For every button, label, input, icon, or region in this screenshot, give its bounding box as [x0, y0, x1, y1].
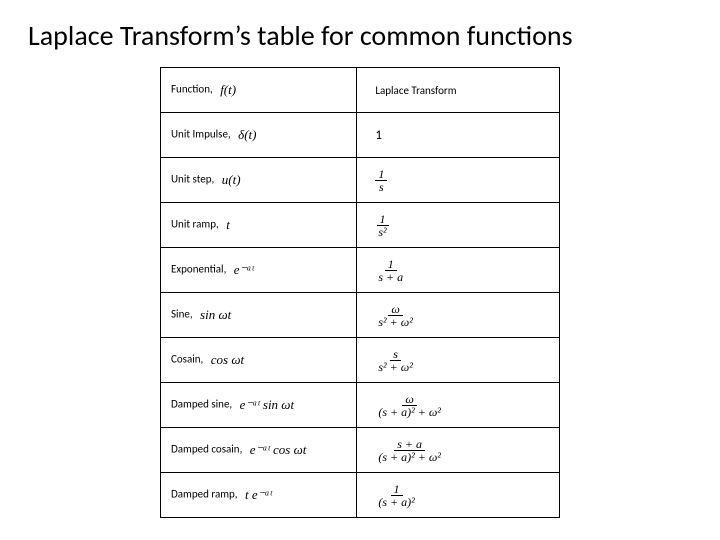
header-function-math: f(t) [220, 82, 236, 98]
cell-func: Exponential, e⁻ᵃᵗ [161, 248, 357, 293]
func-math: u(t) [222, 172, 241, 188]
lt-frac: s + a (s + a)² + ω² [375, 438, 444, 463]
cell-lt: 1 (s + a)² [357, 473, 560, 518]
page-title: Laplace Transform’s table for common fun… [28, 18, 692, 53]
header-function-label: Function, [171, 83, 213, 96]
func-label: Unit Impulse, [171, 128, 231, 141]
lt-frac: s s² + ω² [375, 348, 415, 373]
lt-num: 1 [385, 258, 397, 271]
lt-num: s + a [394, 438, 425, 451]
table-row: Sine, sin ωt ω s² + ω² [161, 293, 560, 338]
cell-func: Damped ramp, t e⁻ᵃᵗ [161, 473, 357, 518]
lt-num: ω [402, 393, 416, 406]
lt-frac: 1 s [375, 168, 387, 193]
func-math: e⁻ᵃᵗ cos ωt [250, 442, 307, 458]
lt-num: 1 [391, 483, 403, 496]
cell-func: Cosain, cos ωt [161, 338, 357, 383]
lt-den: (s + a)² + ω² [375, 406, 444, 418]
laplace-table: Function, f(t) Laplace Transform Unit Im… [160, 67, 560, 518]
func-math: δ(t) [238, 127, 256, 143]
table-row: Cosain, cos ωt s s² + ω² [161, 338, 560, 383]
cell-lt: s + a (s + a)² + ω² [357, 428, 560, 473]
cell-func: Unit Impulse, δ(t) [161, 113, 357, 158]
cell-lt: 1 s + a [357, 248, 560, 293]
lt-frac: 1 s + a [375, 258, 406, 283]
func-label: Unit ramp, [171, 218, 219, 231]
lt-frac: ω s² + ω² [375, 303, 415, 328]
lt-den: s² + ω² [375, 361, 415, 373]
cell-lt: 1 [357, 113, 560, 158]
header-laplace-label: Laplace Transform [375, 84, 456, 97]
func-label: Cosain, [171, 353, 203, 366]
lt-num: s [390, 348, 401, 361]
lt-text: 1 [375, 128, 382, 143]
cell-lt: 1 s² [357, 203, 560, 248]
lt-den: (s + a)² [375, 496, 417, 508]
lt-frac: ω (s + a)² + ω² [375, 393, 444, 418]
lt-den: s² [375, 226, 389, 238]
table-row: Damped cosain, e⁻ᵃᵗ cos ωt s + a (s + a)… [161, 428, 560, 473]
cell-func: Unit ramp, t [161, 203, 357, 248]
func-math: sin ωt [200, 307, 231, 323]
func-math: t e⁻ᵃᵗ [245, 487, 272, 503]
cell-func: Sine, sin ωt [161, 293, 357, 338]
func-label: Damped cosain, [171, 443, 242, 456]
table-row: Unit ramp, t 1 s² [161, 203, 560, 248]
table-row: Damped sine, e⁻ᵃᵗ sin ωt ω (s + a)² + ω² [161, 383, 560, 428]
header-laplace: Laplace Transform [357, 68, 560, 113]
func-label: Damped sine, [171, 398, 232, 411]
table-row: Exponential, e⁻ᵃᵗ 1 s + a [161, 248, 560, 293]
lt-frac: 1 (s + a)² [375, 483, 417, 508]
func-label: Unit step, [171, 173, 214, 186]
cell-lt: s s² + ω² [357, 338, 560, 383]
func-label: Damped ramp, [171, 488, 238, 501]
func-math: cos ωt [211, 352, 244, 368]
lt-num: ω [388, 303, 402, 316]
table-row: Unit step, u(t) 1 s [161, 158, 560, 203]
func-label: Exponential, [171, 263, 226, 276]
lt-num: 1 [375, 168, 387, 181]
func-label: Sine, [171, 308, 193, 321]
lt-num: 1 [377, 213, 389, 226]
func-math: e⁻ᵃᵗ sin ωt [240, 397, 294, 413]
cell-lt: ω s² + ω² [357, 293, 560, 338]
lt-den: s [376, 181, 387, 193]
cell-lt: 1 s [357, 158, 560, 203]
table-header-row: Function, f(t) Laplace Transform [161, 68, 560, 113]
func-math: t [226, 217, 230, 233]
table-row: Unit Impulse, δ(t) 1 [161, 113, 560, 158]
lt-den: s² + ω² [375, 316, 415, 328]
header-function: Function, f(t) [161, 68, 357, 113]
lt-den: s + a [375, 271, 406, 283]
cell-lt: ω (s + a)² + ω² [357, 383, 560, 428]
table-row: Damped ramp, t e⁻ᵃᵗ 1 (s + a)² [161, 473, 560, 518]
lt-den: (s + a)² + ω² [375, 451, 444, 463]
cell-func: Damped cosain, e⁻ᵃᵗ cos ωt [161, 428, 357, 473]
func-math: e⁻ᵃᵗ [234, 262, 254, 278]
cell-func: Unit step, u(t) [161, 158, 357, 203]
cell-func: Damped sine, e⁻ᵃᵗ sin ωt [161, 383, 357, 428]
lt-frac: 1 s² [375, 213, 389, 238]
